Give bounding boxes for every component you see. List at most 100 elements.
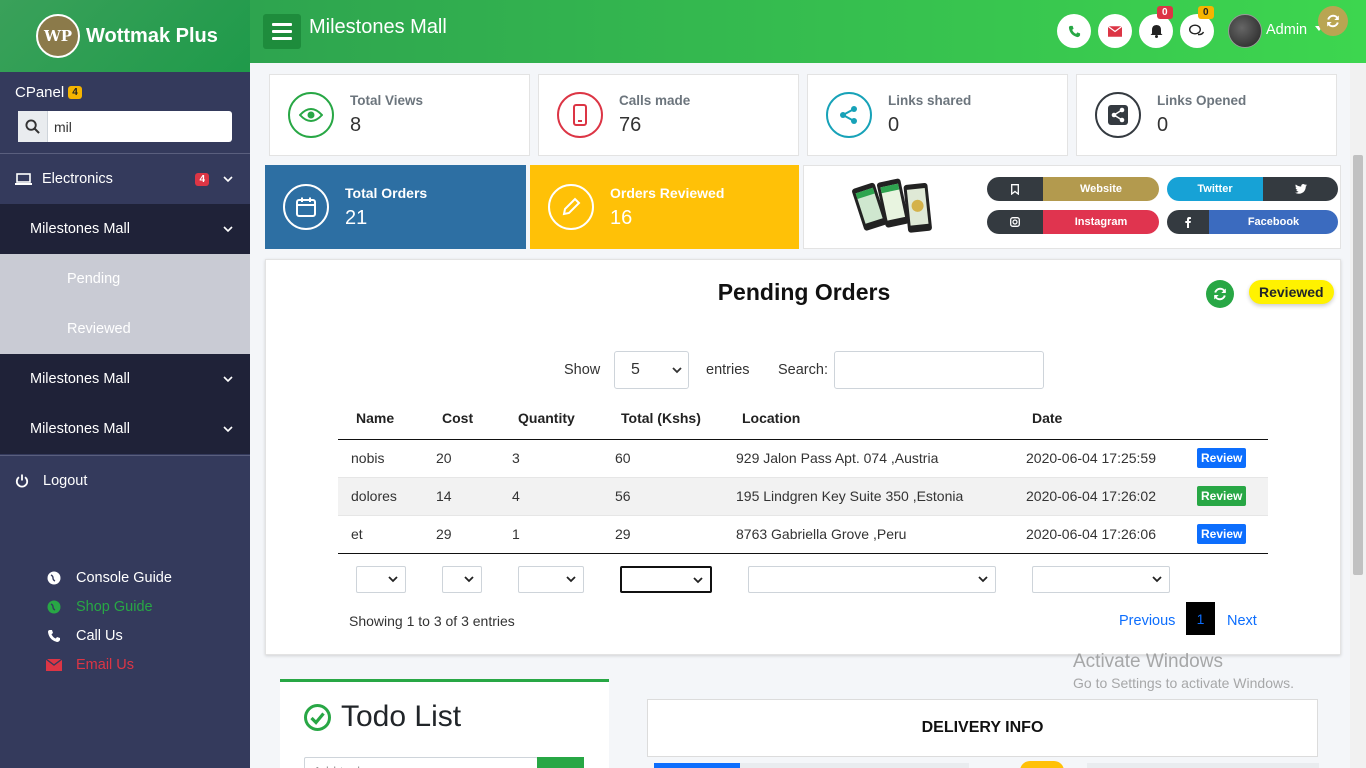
brand-logo: WP [36, 14, 80, 58]
sidebar-item-pending[interactable]: Pending [0, 254, 250, 304]
notifications-button[interactable]: 0 [1139, 6, 1173, 48]
sidebar-item-electronics[interactable]: Electronics 4 [0, 154, 250, 204]
sidebar-item-label: Milestones Mall [30, 221, 130, 237]
review-button[interactable]: Review [1197, 448, 1247, 468]
pencil-icon [548, 184, 594, 230]
scrollbar-thumb[interactable] [1353, 155, 1363, 575]
twitter-label: Twitter [1167, 177, 1263, 201]
pagination-page-1[interactable]: 1 [1186, 602, 1215, 635]
stat-value: 0 [1157, 114, 1169, 136]
filter-quantity-select[interactable] [518, 566, 584, 593]
guide-links: Console Guide Shop Guide Call Us Email U… [45, 563, 172, 679]
column-header-quantity[interactable]: Quantity [506, 398, 609, 440]
stat-value: 8 [350, 114, 362, 136]
review-button[interactable]: Review [1197, 486, 1247, 506]
phone-icon [1068, 25, 1080, 37]
facebook-link[interactable]: Facebook [1167, 210, 1338, 234]
sidebar-search-input[interactable] [48, 112, 218, 141]
sidebar-item-reviewed[interactable]: Reviewed [0, 304, 250, 354]
eye-icon [288, 92, 334, 138]
stat-value: 16 [610, 206, 633, 229]
calls-made-card: Calls made 76 [538, 74, 799, 156]
table-row: et 29 1 29 8763 Gabriella Grove ,Peru 20… [338, 515, 1268, 554]
cell-total: 29 [609, 515, 730, 554]
entries-select[interactable]: 5 [614, 351, 689, 389]
stat-value: 76 [619, 114, 642, 136]
pagination-previous[interactable]: Previous [1119, 613, 1175, 629]
instagram-link[interactable]: Instagram [987, 210, 1159, 234]
entries-value: 5 [631, 361, 640, 378]
chevron-down-icon [223, 226, 233, 233]
sidebar-item-milestones-mall-2[interactable]: Milestones Mall [0, 354, 250, 404]
call-button[interactable] [1057, 14, 1091, 48]
refresh-orders-button[interactable] [1206, 280, 1234, 308]
website-link[interactable]: Website [987, 177, 1159, 201]
cpanel-badge: 4 [68, 86, 82, 99]
sidebar-item-label: Electronics [42, 171, 113, 187]
filter-location-select[interactable] [748, 566, 996, 593]
column-header-cost[interactable]: Cost [430, 398, 506, 440]
call-us-link[interactable]: Call Us [45, 621, 172, 650]
filter-name-select[interactable] [356, 566, 406, 593]
social-links-card: Website Twitter Instagram Facebook [803, 165, 1341, 249]
topbar: Milestones Mall 0 0 Admin [250, 0, 1366, 63]
sidebar-item-label: Logout [43, 472, 88, 489]
pending-orders-card: Pending Orders Reviewed Show 5 entries S… [265, 259, 1341, 655]
cell-location: 929 Jalon Pass Apt. 074 ,Austria [730, 439, 1014, 478]
notifications-badge: 0 [1157, 6, 1173, 19]
console-guide-link[interactable]: Console Guide [45, 563, 172, 592]
email-button[interactable] [1098, 14, 1132, 48]
share-square-icon [1095, 92, 1141, 138]
orders-reviewed-card[interactable]: Orders Reviewed 16 [530, 165, 799, 249]
sidebar-item-milestones-mall-1[interactable]: Milestones Mall [0, 204, 250, 254]
stat-value: 0 [888, 114, 900, 136]
sidebar-item-milestones-mall-3[interactable]: Milestones Mall [0, 404, 250, 454]
brand[interactable]: WP Wottmak Plus [0, 0, 250, 72]
cpanel-label: CPanel [15, 84, 65, 101]
filter-total-select[interactable] [620, 566, 712, 593]
menu-toggle-button[interactable] [263, 14, 301, 49]
sidebar-item-logout[interactable]: Logout [0, 455, 250, 505]
admin-label[interactable]: Admin [1266, 22, 1307, 38]
refresh-icon [1214, 287, 1226, 301]
cell-date: 2020-06-04 17:25:59 [1014, 439, 1188, 478]
electronics-badge: 4 [195, 172, 209, 186]
todo-input[interactable]: Add task... [304, 757, 538, 768]
add-todo-button[interactable] [537, 757, 584, 768]
pagination-next[interactable]: Next [1227, 613, 1257, 629]
column-header-action [1188, 398, 1268, 440]
guide-label: Console Guide [76, 569, 172, 586]
chevron-down-icon [1152, 576, 1162, 583]
filter-date-select[interactable] [1032, 566, 1170, 593]
delivery-tabs-bar[interactable] [654, 763, 969, 768]
avatar[interactable] [1228, 14, 1262, 48]
column-header-date[interactable]: Date [1014, 398, 1188, 440]
delivery-info-card: DELIVERY INFO [647, 699, 1318, 757]
orders-table: Name Cost Quantity Total (Kshs) Location… [338, 398, 1268, 554]
power-icon [15, 474, 29, 488]
filter-cost-select[interactable] [442, 566, 482, 593]
email-us-link[interactable]: Email Us [45, 650, 172, 679]
orders-search-input[interactable] [834, 351, 1044, 389]
stat-label: Total Views [350, 93, 424, 108]
page-scrollbar[interactable] [1350, 63, 1366, 768]
chevron-down-icon [223, 376, 233, 383]
envelope-icon [46, 658, 62, 671]
share-icon [826, 92, 872, 138]
column-header-name[interactable]: Name [338, 398, 430, 440]
refresh-button[interactable] [1318, 6, 1348, 36]
column-header-location[interactable]: Location [730, 398, 1014, 440]
refresh-icon [1327, 14, 1339, 28]
messages-button[interactable]: 0 [1180, 6, 1214, 48]
shop-guide-link[interactable]: Shop Guide [45, 592, 172, 621]
total-orders-card[interactable]: Total Orders 21 [265, 165, 526, 249]
twitter-link[interactable]: Twitter [1167, 177, 1338, 201]
instagram-icon [987, 210, 1043, 234]
reviewed-button[interactable]: Reviewed [1249, 280, 1334, 304]
cell-quantity: 3 [506, 439, 609, 478]
review-button[interactable]: Review [1197, 524, 1247, 544]
column-header-total[interactable]: Total (Kshs) [609, 398, 730, 440]
search-icon[interactable] [18, 111, 48, 142]
guide-label: Shop Guide [76, 598, 153, 615]
chevron-down-icon [223, 176, 233, 183]
